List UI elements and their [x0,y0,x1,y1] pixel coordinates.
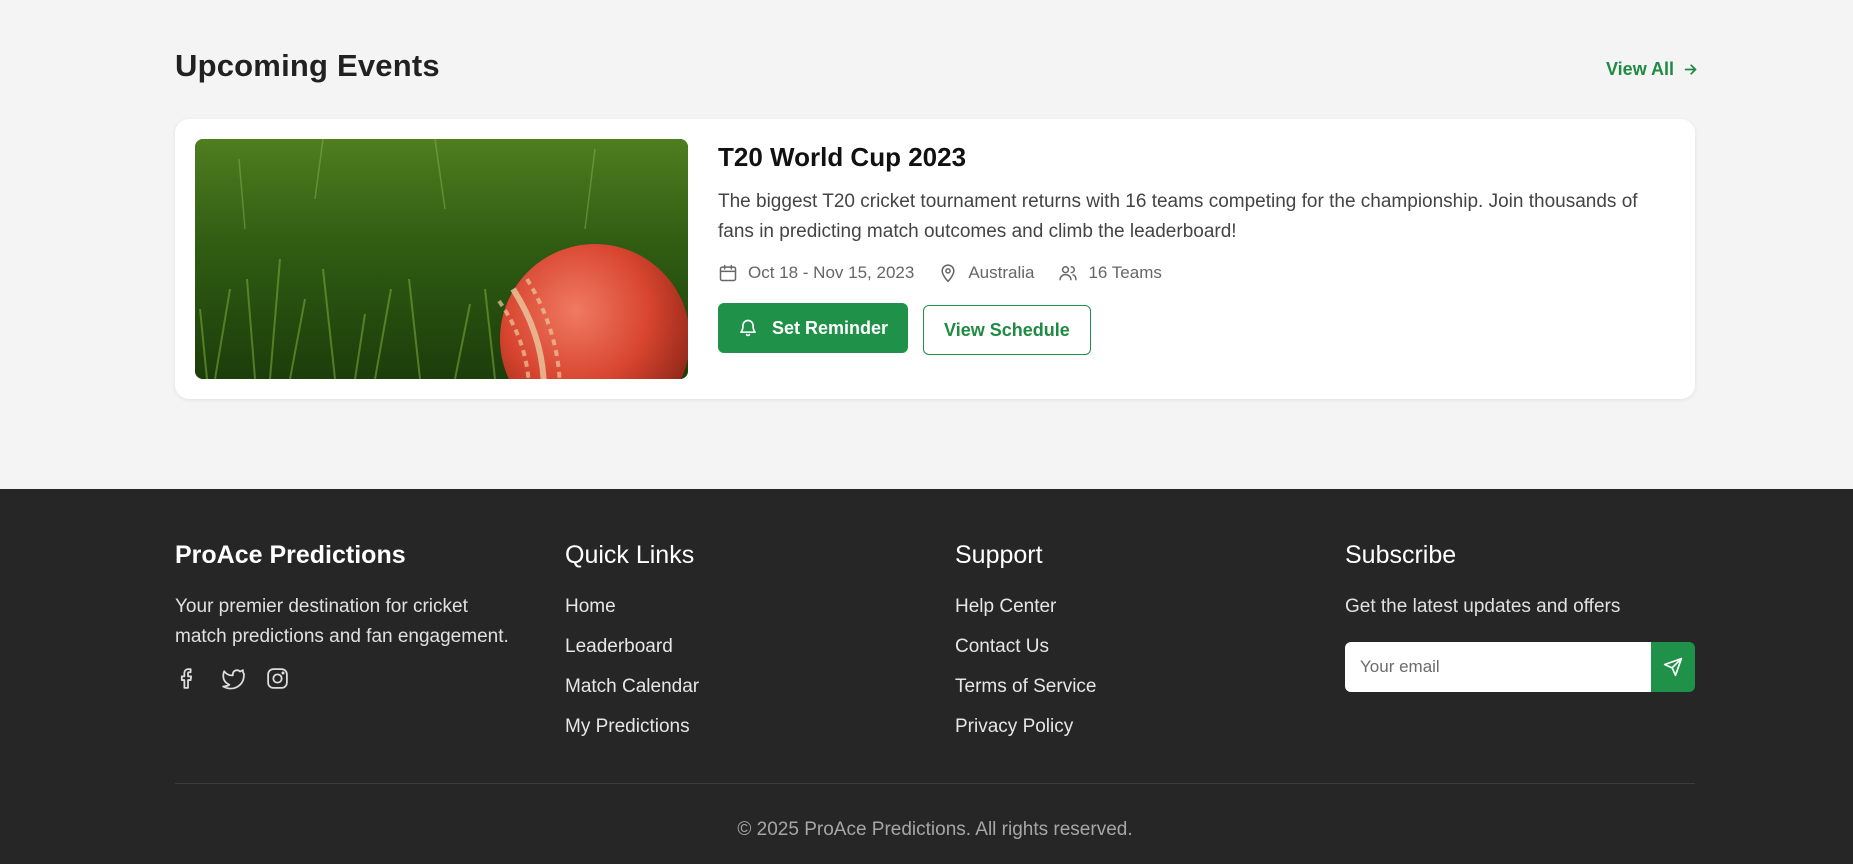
social-links [175,666,515,691]
copyright-text: © 2025 ProAce Predictions. All rights re… [737,819,1133,840]
subscribe-button[interactable] [1651,642,1695,692]
view-all-label: View All [1606,59,1675,79]
event-title: T20 World Cup 2023 [718,142,967,172]
event-image [195,139,688,379]
event-teams-text: 16 Teams [1088,263,1162,282]
set-reminder-button[interactable]: Set Reminder [718,303,909,353]
footer-link-my-predictions[interactable]: My Predictions [565,712,699,752]
send-icon [1663,657,1683,677]
section-title: Upcoming Events [175,48,440,83]
event-card: T20 World Cup 2023 The biggest T20 crick… [175,119,1695,399]
facebook-icon[interactable] [175,666,200,691]
footer-brand-description: Your premier destination for cricket mat… [175,596,509,647]
users-icon [1059,266,1078,281]
instagram-icon[interactable] [265,666,290,691]
footer-link-leaderboard[interactable]: Leaderboard [565,632,699,672]
support-links-list: Help Center Contact Us Terms of Service … [955,592,1096,752]
footer-link-privacy[interactable]: Privacy Policy [955,712,1096,752]
arrow-right-icon [1684,64,1697,75]
footer-link-match-calendar[interactable]: Match Calendar [565,672,699,712]
subscribe-form [1345,642,1695,692]
event-location: Australia [938,263,1034,283]
footer-divider [175,783,1695,784]
cricket-ball-image [195,139,688,379]
subscribe-title: Subscribe [1345,541,1457,569]
footer-support: Support Help Center Contact Us Terms of … [955,541,1096,752]
footer-link-home[interactable]: Home [565,592,699,632]
view-schedule-button[interactable]: View Schedule [923,305,1091,355]
upcoming-events-section: Upcoming Events View All T20 World Cup 2… [0,0,1853,489]
twitter-icon[interactable] [220,666,245,691]
event-meta: Oct 18 - Nov 15, 2023 Australia 16 Teams [718,263,1678,283]
event-details: T20 World Cup 2023 The biggest T20 crick… [718,139,1678,355]
event-actions: Set Reminder View Schedule [718,301,1678,355]
footer-link-contact-us[interactable]: Contact Us [955,632,1096,672]
calendar-icon [719,264,737,282]
footer-quick-links: Quick Links Home Leaderboard Match Calen… [565,541,699,752]
quick-links-title: Quick Links [565,541,695,569]
event-dates: Oct 18 - Nov 15, 2023 [718,263,914,283]
event-location-text: Australia [968,263,1035,282]
event-dates-text: Oct 18 - Nov 15, 2023 [748,263,915,282]
map-pin-icon [941,264,955,283]
subscribe-text: Get the latest updates and offers [1345,596,1621,617]
event-teams: 16 Teams [1058,263,1162,283]
bell-icon [740,319,756,337]
footer-link-help-center[interactable]: Help Center [955,592,1096,632]
support-title: Support [955,541,1043,569]
footer-link-terms[interactable]: Terms of Service [955,672,1096,712]
event-description: The biggest T20 cricket tournament retur… [718,191,1638,242]
footer-brand: ProAce Predictions Your premier destinat… [175,541,515,691]
footer-subscribe: Subscribe Get the latest updates and off… [1345,541,1705,692]
site-footer: ProAce Predictions Your premier destinat… [0,489,1853,864]
quick-links-list: Home Leaderboard Match Calendar My Predi… [565,592,699,752]
view-all-link[interactable]: View All [1606,59,1699,80]
set-reminder-label: Set Reminder [772,317,889,338]
email-input[interactable] [1345,642,1651,692]
footer-brand-name: ProAce Predictions [175,541,406,569]
